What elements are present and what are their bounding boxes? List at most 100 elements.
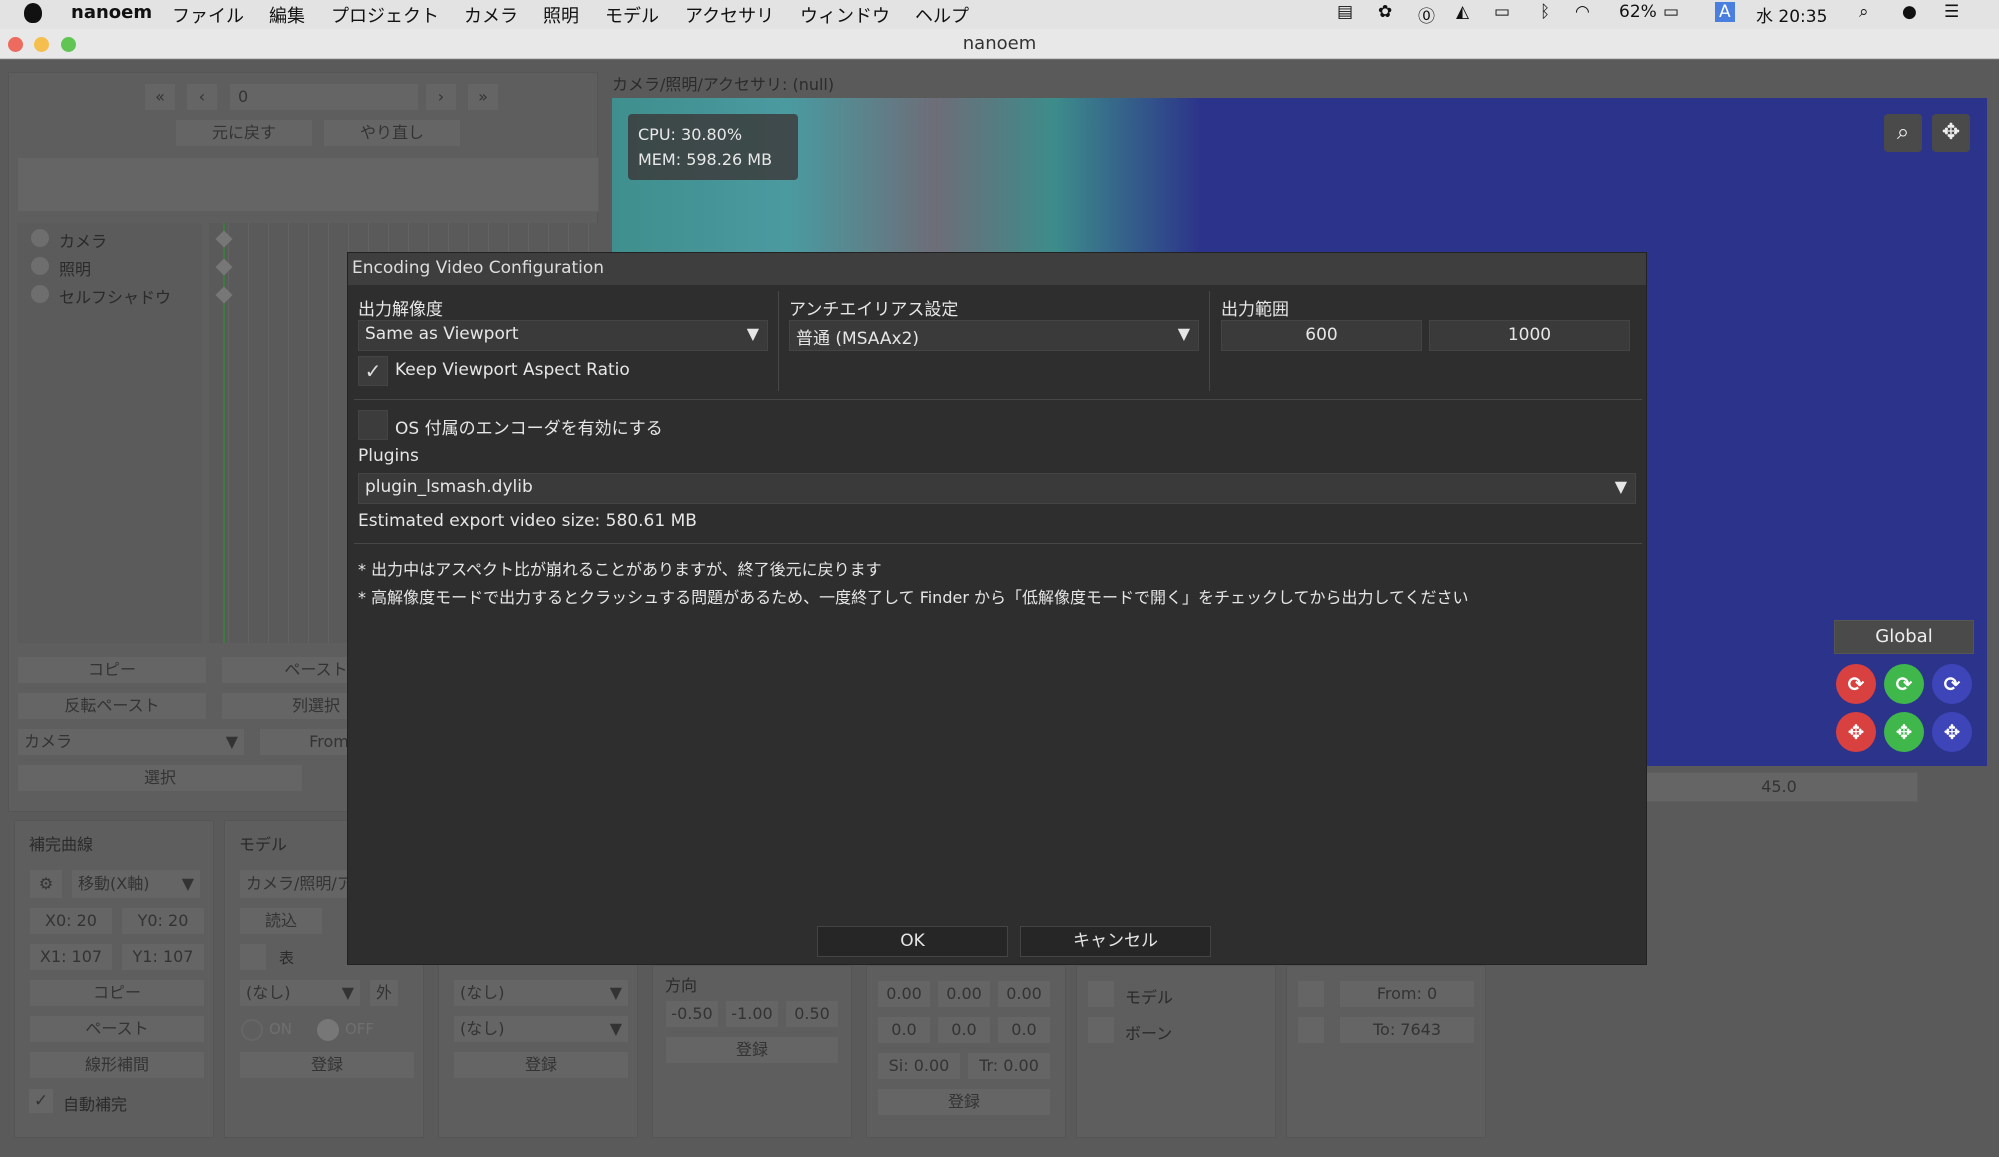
clipboard-icon[interactable]: ▤ <box>1337 2 1353 22</box>
menu-accessory[interactable]: アクセサリ <box>685 2 774 28</box>
light-track-toggle[interactable] <box>31 257 49 275</box>
wifi-icon[interactable]: ◠ <box>1575 2 1590 22</box>
y1-field[interactable]: Y1: 107 <box>121 943 205 971</box>
off-radio[interactable] <box>317 1019 339 1041</box>
airplay-icon[interactable]: ▭ <box>1494 2 1510 22</box>
direction-register-button[interactable]: 登録 <box>665 1036 839 1064</box>
track-self-shadow[interactable]: セルフシャドウ <box>59 284 171 308</box>
value-field-6[interactable]: 0.0 <box>997 1016 1051 1044</box>
clock[interactable]: 水 20:35 <box>1756 2 1827 27</box>
gear-icon[interactable]: ⚙ <box>29 869 63 899</box>
interp-target-dropdown[interactable]: 移動(X軸) ▼ <box>71 869 201 899</box>
menu-model[interactable]: モデル <box>605 2 659 28</box>
siri-icon[interactable]: ● <box>1902 2 1917 22</box>
translate-z-icon[interactable]: ✥ <box>1932 712 1972 752</box>
parent-dropdown[interactable]: (なし) ▼ <box>239 979 361 1007</box>
direction-x-field[interactable]: -0.50 <box>665 1000 719 1028</box>
shadow-track-toggle[interactable] <box>31 285 49 303</box>
apple-menu-icon[interactable] <box>24 3 42 23</box>
spotlight-search-icon[interactable]: ⌕ <box>1859 2 1869 22</box>
translate-y-icon[interactable]: ✥ <box>1884 712 1924 752</box>
keyframe-camera[interactable] <box>215 230 233 248</box>
from-field[interactable]: From: 0 <box>1339 980 1475 1008</box>
from-checkbox[interactable] <box>1297 980 1325 1008</box>
input-source-icon[interactable]: A <box>1715 2 1735 22</box>
redo-button[interactable]: やり直し <box>323 119 461 147</box>
bluetooth-icon[interactable]: ᛒ <box>1540 2 1550 22</box>
battery-percent[interactable]: 62% <box>1619 2 1657 22</box>
menu-edit[interactable]: 編集 <box>269 2 305 28</box>
bone-dropdown-1[interactable]: (なし) ▼ <box>453 979 629 1007</box>
value-field-4[interactable]: 0.0 <box>877 1016 931 1044</box>
app-status-icon[interactable]: ◭ <box>1456 2 1469 22</box>
fov-field[interactable]: 45.0 <box>1640 772 1918 802</box>
show-checkbox[interactable] <box>239 943 267 971</box>
frame-input[interactable]: 0 <box>229 83 419 111</box>
camera-track-toggle[interactable] <box>31 229 49 247</box>
os-encoder-checkbox[interactable] <box>358 410 388 440</box>
rotate-x-icon[interactable]: ⟳ <box>1836 664 1876 704</box>
next-frame-button[interactable]: › <box>425 83 457 111</box>
bone-checkbox[interactable] <box>1087 1016 1115 1044</box>
last-frame-button[interactable]: » <box>467 83 499 111</box>
x0-field[interactable]: X0: 20 <box>29 907 113 935</box>
on-radio[interactable] <box>241 1019 263 1041</box>
translate-x-icon[interactable]: ✥ <box>1836 712 1876 752</box>
track-camera[interactable]: カメラ <box>59 228 107 252</box>
plugin-dropdown[interactable]: plugin_lsmash.dylib ▼ <box>358 473 1636 504</box>
rotate-y-icon[interactable]: ⟳ <box>1884 664 1924 704</box>
keyframe-shadow[interactable] <box>215 286 233 304</box>
menu-light[interactable]: 照明 <box>543 2 579 28</box>
load-button[interactable]: 読込 <box>239 907 323 935</box>
menu-help[interactable]: ヘルプ <box>915 2 969 28</box>
select-target-dropdown[interactable]: カメラ ▼ <box>17 728 245 756</box>
outside-button[interactable]: 外 <box>369 979 399 1007</box>
range-from-field[interactable]: 600 <box>1221 320 1422 351</box>
interp-copy-button[interactable]: コピー <box>29 979 205 1007</box>
resolution-dropdown[interactable]: Same as Viewport ▼ <box>358 320 768 351</box>
extension-icon[interactable]: ✿ <box>1378 2 1392 22</box>
bone-register-button[interactable]: 登録 <box>453 1051 629 1079</box>
track-light[interactable]: 照明 <box>59 256 91 280</box>
select-button[interactable]: 選択 <box>17 764 303 792</box>
copy-keyframe-button[interactable]: コピー <box>17 656 207 684</box>
rotate-z-icon[interactable]: ⟳ <box>1932 664 1972 704</box>
reverse-paste-button[interactable]: 反転ペースト <box>17 692 207 720</box>
model-checkbox[interactable] <box>1087 980 1115 1008</box>
y0-field[interactable]: Y0: 20 <box>121 907 205 935</box>
timeline-search-area[interactable] <box>17 157 599 212</box>
notification-center-icon[interactable]: ☰ <box>1944 2 1959 22</box>
transform-mode-button[interactable]: Global <box>1834 620 1974 654</box>
range-to-field[interactable]: 1000 <box>1429 320 1630 351</box>
menu-app-name[interactable]: nanoem <box>71 2 152 23</box>
antialias-dropdown[interactable]: 普通 (MSAAx2) ▼ <box>789 320 1199 351</box>
si-field[interactable]: Si: 0.00 <box>877 1052 961 1080</box>
x1-field[interactable]: X1: 107 <box>29 943 113 971</box>
cancel-button[interactable]: キャンセル <box>1020 926 1211 957</box>
move-view-icon[interactable]: ✥ <box>1932 114 1970 152</box>
undo-button[interactable]: 元に戻す <box>175 119 313 147</box>
direction-y-field[interactable]: -1.00 <box>725 1000 779 1028</box>
value-field-3[interactable]: 0.00 <box>997 980 1051 1008</box>
linear-interp-button[interactable]: 線形補間 <box>29 1051 205 1079</box>
menu-project[interactable]: プロジェクト <box>331 2 439 28</box>
direction-z-field[interactable]: 0.50 <box>785 1000 839 1028</box>
menu-file[interactable]: ファイル <box>172 2 244 28</box>
value-field-1[interactable]: 0.00 <box>877 980 931 1008</box>
interp-paste-button[interactable]: ペースト <box>29 1015 205 1043</box>
first-frame-button[interactable]: « <box>144 83 176 111</box>
prev-frame-button[interactable]: ‹ <box>186 83 218 111</box>
zoom-search-icon[interactable]: ⌕ <box>1884 114 1922 152</box>
auto-interp-checkbox[interactable]: ✓ <box>29 1089 53 1113</box>
to-checkbox[interactable] <box>1297 1016 1325 1044</box>
battery-icon[interactable]: ▭ <box>1663 2 1679 22</box>
to-field[interactable]: To: 7643 <box>1339 1016 1475 1044</box>
shadow-register-button[interactable]: 登録 <box>877 1088 1051 1116</box>
menu-camera[interactable]: カメラ <box>464 2 518 28</box>
tr-field[interactable]: Tr: 0.00 <box>967 1052 1051 1080</box>
password-icon[interactable]: ⓪ <box>1418 2 1435 27</box>
menu-window[interactable]: ウィンドウ <box>800 2 890 28</box>
value-field-5[interactable]: 0.0 <box>937 1016 991 1044</box>
ok-button[interactable]: OK <box>817 926 1008 957</box>
bone-dropdown-2[interactable]: (なし) ▼ <box>453 1015 629 1043</box>
